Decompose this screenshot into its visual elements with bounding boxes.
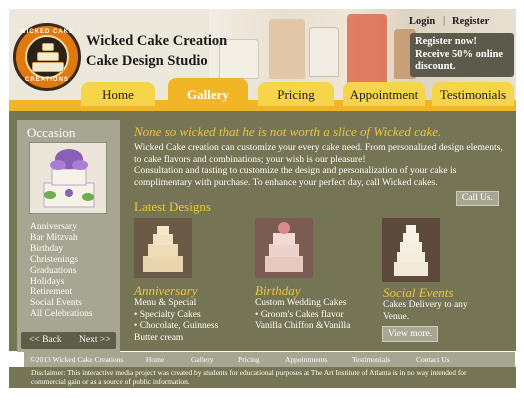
design-line: Menu & Special [134, 298, 197, 308]
footer-copyright: ©2013 Wicked Cake Creations [30, 355, 124, 364]
intro-paragraph-1: Wicked Cake creation can customize your … [134, 142, 503, 165]
design-line: • Groom's Cakes flavor [255, 309, 344, 320]
occasion-item[interactable]: Bar Mitzvah [30, 233, 93, 244]
promo-line-1: Register now! [415, 36, 477, 47]
logo-text-top: WICKED CAKE [20, 29, 74, 35]
login-link[interactable]: Login [409, 16, 435, 27]
footer-link-contact[interactable]: Contact Us [416, 355, 450, 364]
footer-link-pricing[interactable]: Pricing [238, 355, 260, 364]
nav-tab-pricing[interactable]: Pricing [258, 82, 334, 106]
nav-tab-testimonials[interactable]: Testimonials [432, 82, 514, 106]
design-title-anniversary[interactable]: Anniversary [134, 283, 198, 299]
occasion-item[interactable]: Holidays [30, 277, 93, 288]
design-text-social-events: Cakes Delivery to any Venue. [383, 300, 468, 323]
promo-line-2: Receive 50% online [415, 48, 504, 60]
occasion-item[interactable]: Graduations [30, 266, 93, 277]
design-text-anniversary: Menu & Special • Specialty Cakes • Choco… [134, 298, 218, 344]
design-title-social-events[interactable]: Social Events [383, 285, 453, 301]
intro-paragraph-2: Consultation and tasting to customize th… [134, 165, 457, 188]
footer-link-testimonials[interactable]: Testimonials [352, 355, 390, 364]
design-line: Venue. [383, 311, 410, 322]
brand-name: Wicked Cake Creation [86, 33, 228, 49]
view-more-button[interactable]: View more. [382, 326, 438, 342]
occasion-item[interactable]: Birthday [30, 244, 93, 255]
footer-link-appointments[interactable]: Appointments [285, 355, 328, 364]
design-line: • Specialty Cakes [134, 309, 201, 320]
occasion-list: Anniversary Bar Mitzvah Birthday Christe… [30, 222, 93, 320]
occasion-item[interactable]: Christenings [30, 255, 93, 266]
disclaimer-text: Disclaimer: This interactive media proje… [9, 367, 516, 388]
next-link[interactable]: Next >> [79, 335, 111, 345]
design-title-birthday[interactable]: Birthday [255, 283, 301, 299]
design-line: Butter cream [134, 332, 184, 343]
social-events-cake-image[interactable] [382, 218, 440, 282]
design-line: Vanilla Chiffon &Vanilla [255, 321, 351, 331]
occasion-item[interactable]: Social Events [30, 298, 93, 309]
occasion-item[interactable]: All Celebrations [30, 309, 93, 320]
back-link[interactable]: << Back [29, 335, 62, 345]
promo-box[interactable]: Register now! Receive 50% online discoun… [410, 33, 514, 77]
login-separator: | [443, 15, 446, 26]
design-line: Cakes Delivery to any [383, 300, 468, 310]
nav-tab-home[interactable]: Home [81, 82, 155, 106]
latest-designs-title: Latest Designs [134, 199, 211, 214]
design-text-birthday: Custom Wedding Cakes • Groom's Cakes fla… [255, 298, 350, 333]
footer-link-gallery[interactable]: Gallery [191, 355, 214, 364]
occasion-title: Occasion [27, 125, 76, 140]
brand-tagline: Cake Design Studio [86, 53, 208, 69]
intro-text: Wicked Cake creation can customize your … [134, 142, 504, 188]
nav-tab-gallery[interactable]: Gallery [168, 78, 248, 106]
register-link[interactable]: Register [452, 16, 489, 27]
birthday-cake-image[interactable] [255, 218, 313, 278]
occasion-item[interactable]: Anniversary [30, 222, 93, 233]
occasion-item[interactable]: Retirement [30, 287, 93, 298]
footer-link-home[interactable]: Home [146, 355, 164, 364]
page-tagline: None so wicked that he is not worth a sl… [134, 124, 442, 139]
nav-tab-appointment[interactable]: Appointment [343, 82, 425, 106]
logo-text-bottom: CREATIONS [25, 77, 69, 83]
promo-line-3: discount. [415, 61, 456, 72]
design-line: Custom Wedding Cakes [255, 298, 347, 308]
brand-logo[interactable]: WICKED CAKE CREATIONS [13, 23, 81, 91]
occasion-cake-image[interactable] [29, 142, 107, 214]
call-us-button[interactable]: Call Us. [456, 191, 499, 206]
design-line: • Chocolate, Guinness [134, 321, 219, 331]
anniversary-cake-image[interactable] [134, 218, 192, 278]
